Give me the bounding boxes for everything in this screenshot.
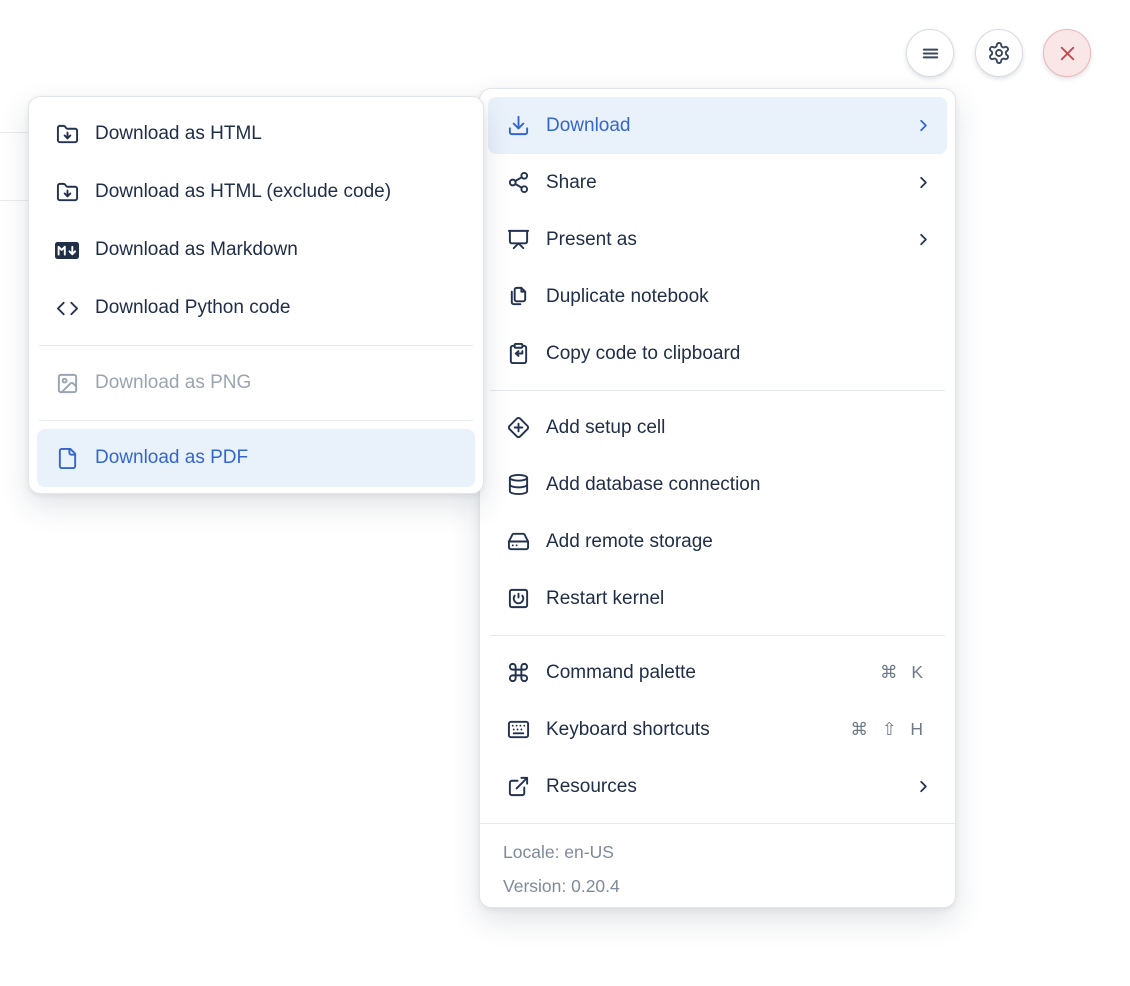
- menu-separator: [490, 635, 945, 636]
- menu-item-label: Present as: [546, 228, 637, 250]
- menu-item-download[interactable]: Download: [488, 97, 947, 154]
- duplicate-icon: [506, 285, 530, 309]
- notebook-menu-button[interactable]: [906, 29, 954, 77]
- menu-item-label: Share: [546, 171, 597, 193]
- version-text: Version: 0.20.4: [503, 876, 620, 896]
- square-power-icon: [506, 587, 530, 611]
- menu-item-command-palette[interactable]: Command palette ⌘ K: [488, 644, 947, 701]
- page-divider-line: [0, 200, 30, 201]
- menu-item-label: Command palette: [546, 661, 696, 683]
- download-submenu: Download as HTML Download as HTML (exclu…: [28, 96, 484, 494]
- chevron-right-icon: [914, 777, 933, 796]
- shortcut-hint: ⌘ K: [879, 662, 925, 682]
- submenu-item-label: Download Python code: [95, 297, 291, 318]
- menu-item-label: Resources: [546, 775, 637, 797]
- menu-item-add-remote-storage[interactable]: Add remote storage: [488, 513, 947, 570]
- hamburger-icon: [919, 42, 942, 65]
- locale-text: Locale: en-US: [503, 842, 614, 862]
- menu-item-resources[interactable]: Resources: [488, 758, 947, 815]
- chevron-right-icon: [914, 230, 933, 249]
- shutdown-button[interactable]: [1043, 29, 1091, 77]
- close-icon: [1056, 42, 1079, 65]
- menu-item-copy-code[interactable]: Copy code to clipboard: [488, 325, 947, 382]
- chevron-right-icon: [914, 116, 933, 135]
- menu-item-label: Add remote storage: [546, 530, 713, 552]
- download-icon: [506, 114, 530, 138]
- menu-item-restart-kernel[interactable]: Restart kernel: [488, 570, 947, 627]
- clipboard-copy-icon: [506, 342, 530, 366]
- page-divider-line: [0, 132, 30, 133]
- menu-item-keyboard-shortcuts[interactable]: Keyboard shortcuts ⌘ ⇧ H: [488, 701, 947, 758]
- chevron-right-icon: [914, 173, 933, 192]
- keyboard-icon: [506, 718, 530, 742]
- file-icon: [55, 446, 79, 470]
- menu-separator: [39, 420, 473, 421]
- hard-drive-icon: [506, 530, 530, 554]
- menu-item-label: Download: [546, 114, 631, 136]
- submenu-item-download-as-pdf[interactable]: Download as PDF: [37, 429, 475, 487]
- menu-item-add-setup-cell[interactable]: Add setup cell: [488, 399, 947, 456]
- menu-item-label: Copy code to clipboard: [546, 342, 741, 364]
- notebook-actions-menu: Download Share Present as Duplicate note…: [479, 88, 956, 908]
- submenu-item-label: Download as PNG: [95, 372, 252, 393]
- gear-icon: [987, 41, 1011, 65]
- submenu-item-download-as-markdown[interactable]: Download as Markdown: [37, 221, 475, 279]
- menu-footer: Locale: en-US Version: 0.20.4: [480, 823, 955, 903]
- settings-button[interactable]: [975, 29, 1023, 77]
- menu-item-label: Keyboard shortcuts: [546, 718, 710, 740]
- submenu-item-download-as-html[interactable]: Download as HTML: [37, 105, 475, 163]
- command-icon: [506, 661, 530, 685]
- submenu-item-download-as-html-exclude-code[interactable]: Download as HTML (exclude code): [37, 163, 475, 221]
- menu-separator: [39, 345, 473, 346]
- image-icon: [55, 371, 79, 395]
- menu-separator: [490, 390, 945, 391]
- submenu-item-label: Download as PDF: [95, 447, 249, 468]
- menu-item-label: Add setup cell: [546, 416, 666, 438]
- menu-item-duplicate-notebook[interactable]: Duplicate notebook: [488, 268, 947, 325]
- menu-item-label: Restart kernel: [546, 587, 665, 609]
- menu-item-present-as[interactable]: Present as: [488, 211, 947, 268]
- diamond-plus-icon: [506, 416, 530, 440]
- code-icon: [55, 296, 79, 320]
- menu-item-label: Add database connection: [546, 473, 761, 495]
- shortcut-hint: ⌘ ⇧ H: [850, 719, 925, 739]
- menu-item-share[interactable]: Share: [488, 154, 947, 211]
- submenu-item-label: Download as HTML (exclude code): [95, 181, 392, 202]
- share-icon: [506, 171, 530, 195]
- database-icon: [506, 473, 530, 497]
- presentation-icon: [506, 228, 530, 252]
- submenu-item-download-python-code[interactable]: Download Python code: [37, 279, 475, 337]
- external-link-icon: [506, 775, 530, 799]
- folder-down-icon: [55, 180, 79, 204]
- folder-down-icon: [55, 122, 79, 146]
- markdown-icon: [55, 238, 79, 262]
- submenu-item-download-as-png[interactable]: Download as PNG: [37, 354, 475, 412]
- menu-item-label: Duplicate notebook: [546, 285, 709, 307]
- submenu-item-label: Download as HTML: [95, 123, 262, 144]
- menu-item-add-database-connection[interactable]: Add database connection: [488, 456, 947, 513]
- submenu-item-label: Download as Markdown: [95, 239, 298, 260]
